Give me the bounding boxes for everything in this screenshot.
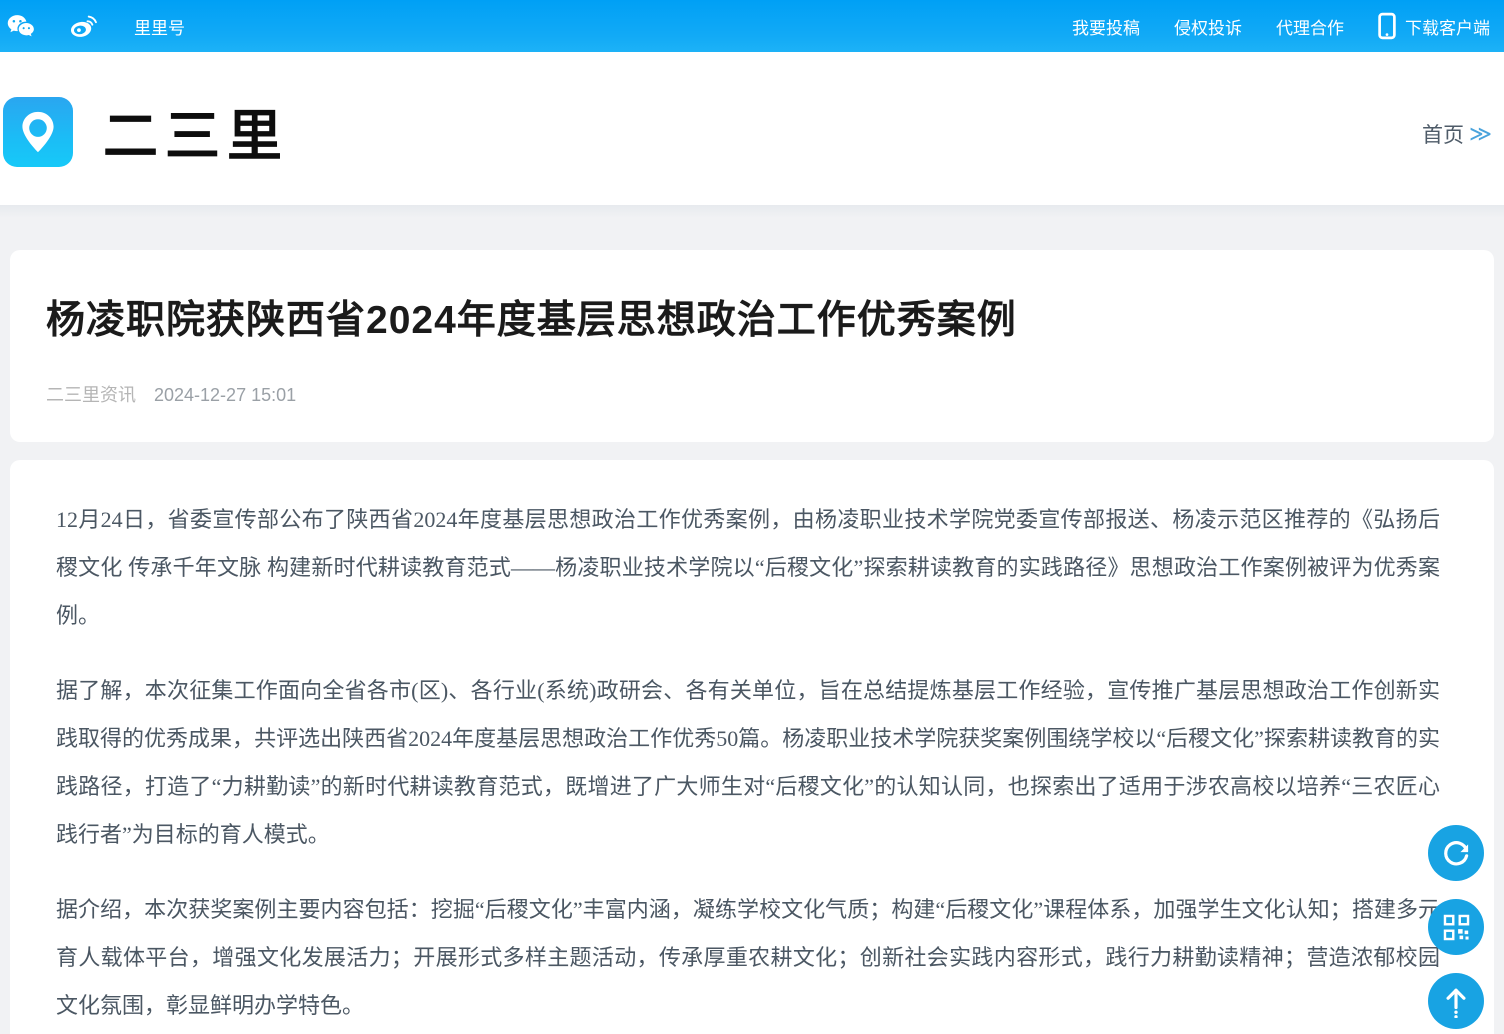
article-paragraph: 据介绍，本次获奖案例主要内容包括：挖掘“后稷文化”丰富内涵，凝练学校文化气质；构… xyxy=(56,886,1440,1030)
arrow-up-icon xyxy=(1442,984,1470,1018)
article-paragraph: 据了解，本次征集工作面向全省各市(区)、各行业(系统)政研会、各有关单位，旨在总… xyxy=(56,667,1440,859)
refresh-button[interactable] xyxy=(1428,825,1484,881)
location-pin-icon xyxy=(16,109,60,155)
qrcode-button[interactable] xyxy=(1428,899,1484,955)
submit-article-link[interactable]: 我要投稿 xyxy=(1072,14,1140,39)
article-title: 杨凌职院获陕西省2024年度基层思想政治工作优秀案例 xyxy=(46,299,1458,344)
article-paragraph: 12月24日，省委宣传部公布了陕西省2024年度基层思想政治工作优秀案例，由杨凌… xyxy=(56,496,1440,640)
article-body-card: 12月24日，省委宣传部公布了陕西省2024年度基层思想政治工作优秀案例，由杨凌… xyxy=(10,460,1494,1034)
article-main: 杨凌职院获陕西省2024年度基层思想政治工作优秀案例 二三里资讯 2024-12… xyxy=(0,250,1504,1034)
header-shadow-strip xyxy=(0,205,1504,250)
breadcrumb-chevron-icon: ≫ xyxy=(1469,123,1492,145)
weibo-icon[interactable] xyxy=(68,14,98,39)
floating-action-buttons xyxy=(1428,825,1484,1029)
top-bar: 里里号 我要投稿 侵权投诉 代理合作 下载客户端 xyxy=(0,0,1504,52)
channel-link[interactable]: 里里号 xyxy=(134,14,185,39)
breadcrumb[interactable]: 首页 ≫ xyxy=(1422,119,1492,149)
wechat-icon[interactable] xyxy=(6,14,36,39)
download-client-label: 下载客户端 xyxy=(1405,14,1490,39)
site-logo[interactable] xyxy=(3,97,73,167)
article-source: 二三里资讯 xyxy=(46,381,136,407)
qrcode-icon xyxy=(1443,914,1470,941)
download-client-link[interactable]: 下载客户端 xyxy=(1378,12,1490,40)
refresh-icon xyxy=(1441,838,1471,868)
topbar-right-nav: 我要投稿 侵权投诉 代理合作 下载客户端 xyxy=(1072,12,1490,40)
article-byline: 二三里资讯 2024-12-27 15:01 xyxy=(46,381,1458,407)
agency-cooperation-link[interactable]: 代理合作 xyxy=(1276,14,1344,39)
breadcrumb-home-link[interactable]: 首页 xyxy=(1422,119,1464,149)
infringement-complaint-link[interactable]: 侵权投诉 xyxy=(1174,14,1242,39)
back-to-top-button[interactable] xyxy=(1428,973,1484,1029)
article-datetime: 2024-12-27 15:01 xyxy=(154,385,296,406)
topbar-left-group: 里里号 xyxy=(6,14,185,39)
brand-wordmark[interactable]: 二三里 xyxy=(103,91,289,171)
phone-icon xyxy=(1378,12,1396,40)
article-title-card: 杨凌职院获陕西省2024年度基层思想政治工作优秀案例 二三里资讯 2024-12… xyxy=(10,250,1494,442)
brand-header: 二三里 首页 ≫ xyxy=(0,52,1504,205)
